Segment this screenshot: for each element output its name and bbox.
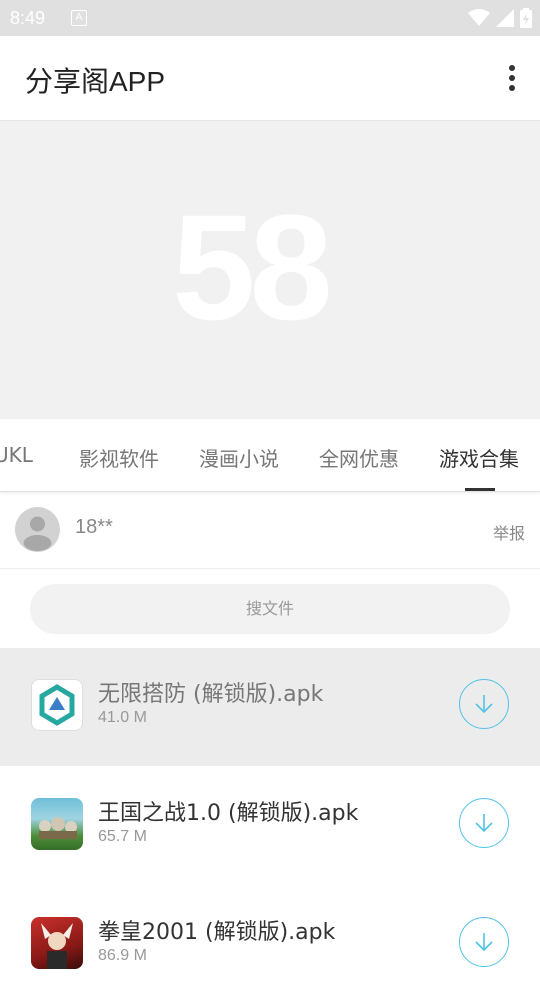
file-item[interactable]: 无限搭防 (解锁版).apk 41.0 M — [0, 648, 540, 766]
tab-video-software[interactable]: 影视软件 — [79, 443, 159, 472]
file-name: 拳皇2001 (解锁版).apk — [98, 920, 336, 945]
download-arrow-icon — [475, 695, 493, 714]
tab-game-collection[interactable]: 游戏合集 — [439, 443, 519, 472]
report-button[interactable]: 举报 — [493, 520, 525, 544]
file-name: 王国之战1.0 (解锁版).apk — [98, 801, 359, 826]
battery-icon — [520, 8, 532, 28]
download-arrow-icon — [475, 814, 493, 833]
download-button[interactable] — [459, 798, 509, 848]
user-row: 18** 举报 — [0, 492, 540, 569]
file-item[interactable]: 王国之战1.0 (解锁版).apk 65.7 M — [0, 767, 540, 885]
category-tabs: UKL 影视软件 漫画小说 全网优惠 游戏合集 — [0, 419, 540, 492]
banner-logo: 58 — [172, 183, 333, 351]
signal-icon — [496, 9, 514, 27]
search-input[interactable]: 搜文件 — [30, 584, 510, 634]
avatar[interactable] — [15, 507, 60, 552]
kof-2001-app-icon — [31, 917, 83, 969]
status-bar: 8:49 A — [0, 0, 540, 36]
download-arrow-icon — [475, 933, 493, 952]
kingdom-war-app-icon — [31, 798, 83, 850]
status-icons — [468, 6, 532, 30]
wifi-icon — [468, 9, 490, 26]
app-bar: 分享阁APP — [0, 36, 540, 121]
tab-deals[interactable]: 全网优惠 — [319, 443, 399, 472]
tab-indicator — [465, 488, 495, 491]
tower-defense-app-icon — [31, 679, 83, 731]
file-name: 无限搭防 (解锁版).apk — [98, 682, 324, 707]
status-time: 8:49 — [10, 8, 46, 28]
file-size: 65.7 M — [98, 828, 147, 845]
file-size: 86.9 M — [98, 947, 147, 964]
notification-icon: A — [71, 10, 87, 26]
banner[interactable]: 58 — [0, 121, 540, 419]
file-item[interactable]: 拳皇2001 (解锁版).apk 86.9 M — [0, 886, 540, 1004]
user-avatar-icon — [23, 516, 52, 551]
tab-ukl[interactable]: UKL — [0, 443, 33, 467]
tab-comic-novel[interactable]: 漫画小说 — [199, 443, 279, 472]
user-name: 18** — [75, 516, 113, 538]
page-title: 分享阁APP — [25, 66, 166, 97]
search-section: 搜文件 — [0, 569, 540, 647]
more-options-icon[interactable] — [504, 63, 520, 93]
file-size: 41.0 M — [98, 709, 147, 726]
download-button[interactable] — [459, 679, 509, 729]
